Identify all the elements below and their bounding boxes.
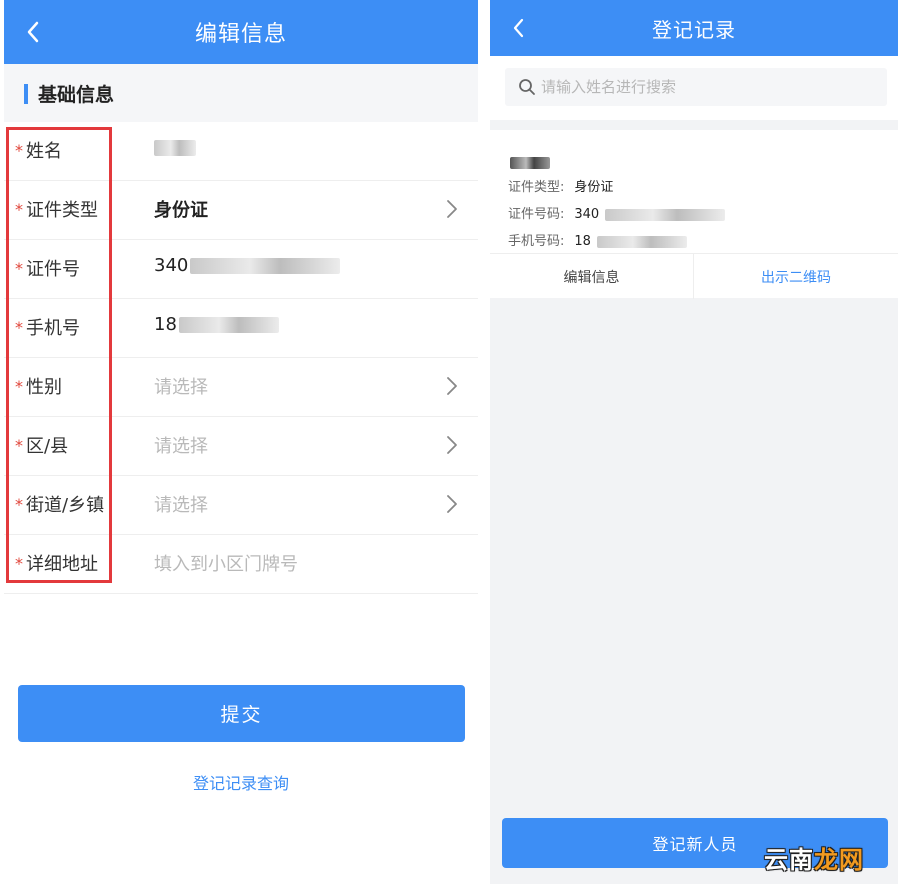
label-highlight-box bbox=[6, 127, 112, 583]
field-id-type-value[interactable]: 身份证 bbox=[154, 196, 208, 222]
search-input[interactable] bbox=[541, 74, 871, 100]
section-header-basic-info: 基础信息 bbox=[4, 64, 478, 122]
search-icon bbox=[519, 79, 535, 95]
chevron-right-icon bbox=[447, 436, 457, 454]
record-name bbox=[510, 152, 550, 171]
records-header: 登记记录 bbox=[490, 0, 898, 56]
chevron-right-icon bbox=[447, 200, 457, 218]
search-box[interactable] bbox=[505, 68, 887, 106]
field-name-value[interactable] bbox=[154, 137, 196, 158]
field-gender-placeholder[interactable]: 请选择 bbox=[154, 373, 208, 399]
field-address-placeholder[interactable]: 填入到小区门牌号 bbox=[154, 550, 298, 576]
record-phone: 手机号码: 18 bbox=[508, 230, 687, 249]
field-id-number-value[interactable]: 340 bbox=[154, 255, 341, 276]
record-card: 证件类型: 身份证 证件号码: 340 手机号码: 18 编辑信息 出示二维码 bbox=[490, 130, 898, 299]
section-accent-bar bbox=[24, 84, 28, 104]
edit-info-header: 编辑信息 bbox=[4, 0, 478, 64]
site-watermark: 云南龙网 bbox=[764, 846, 864, 874]
submit-button[interactable]: 提交 bbox=[18, 685, 465, 742]
search-area bbox=[490, 56, 898, 120]
page-title: 登记记录 bbox=[652, 17, 736, 42]
field-phone-value[interactable]: 18 bbox=[154, 314, 279, 335]
redacted-text bbox=[178, 317, 279, 333]
redacted-text bbox=[154, 140, 196, 156]
edit-info-button[interactable]: 编辑信息 bbox=[490, 254, 694, 299]
redacted-text bbox=[605, 208, 726, 221]
chevron-right-icon bbox=[447, 377, 457, 395]
chevron-right-icon bbox=[447, 495, 457, 513]
field-street-placeholder[interactable]: 请选择 bbox=[154, 491, 208, 517]
redacted-text bbox=[510, 156, 550, 169]
page-title: 编辑信息 bbox=[194, 22, 287, 47]
record-query-link[interactable]: 登记记录查询 bbox=[4, 770, 478, 794]
show-qr-code-button[interactable]: 出示二维码 bbox=[694, 254, 898, 299]
records-screen: 登记记录 证件类型:身份证 证件号码:340 手机号码:18 编辑信息 出示二维… bbox=[490, 0, 898, 884]
redacted-text bbox=[596, 235, 687, 248]
record-id-number: 证件号码: 340 bbox=[508, 203, 726, 222]
section-title: 基础信息 bbox=[38, 84, 115, 106]
record-actions: 编辑信息 出示二维码 bbox=[490, 253, 898, 299]
redacted-text bbox=[190, 258, 341, 274]
record-id-type: 证件类型: 身份证 bbox=[508, 180, 614, 195]
field-district-placeholder[interactable]: 请选择 bbox=[154, 432, 208, 458]
